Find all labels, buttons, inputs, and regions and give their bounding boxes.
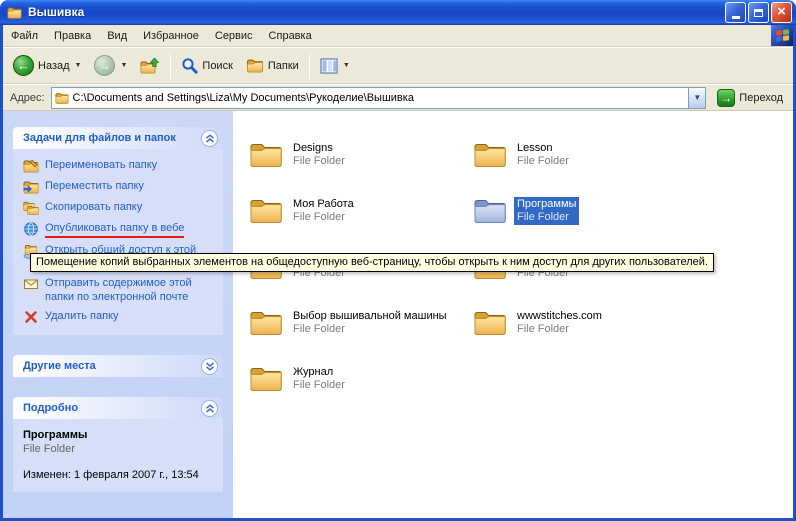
- folder-tile-designs[interactable]: DesignsFile Folder: [249, 129, 471, 181]
- details-header[interactable]: Подробно: [13, 397, 223, 419]
- up-folder-icon: [140, 57, 160, 75]
- back-icon: ←: [13, 55, 34, 76]
- close-icon: ×: [777, 4, 786, 19]
- task-move-folder[interactable]: Переместить папку: [23, 179, 217, 195]
- search-button[interactable]: Поиск: [175, 50, 238, 81]
- tasks-panel-header[interactable]: Задачи для файлов и папок: [13, 127, 223, 149]
- menu-spacer: [320, 25, 771, 46]
- copy-folder-icon: [23, 200, 39, 216]
- task-publish-folder-web[interactable]: Опубликовать папку в вебе: [23, 221, 217, 238]
- other-places-header[interactable]: Другие места: [13, 355, 223, 377]
- details-item-modified: Изменен: 1 февраля 2007 г., 13:54: [23, 468, 217, 482]
- folders-label: Папки: [268, 60, 299, 72]
- views-dropdown-icon: ▼: [343, 62, 350, 69]
- forward-dropdown-icon: ▼: [120, 62, 127, 69]
- folder-icon: [249, 197, 283, 225]
- expand-chevron-icon[interactable]: [201, 358, 218, 375]
- folder-icon: [473, 309, 507, 337]
- email-folder-icon: [23, 276, 39, 292]
- back-dropdown-icon: ▼: [75, 62, 82, 69]
- collapse-chevron-icon[interactable]: [201, 400, 218, 417]
- window-body: Задачи для файлов и папок Переименовать …: [3, 111, 793, 518]
- minimize-icon: [732, 16, 740, 19]
- publish-web-icon: [23, 221, 39, 237]
- folder-tile-vybor-mashiny[interactable]: Выбор вышивальной машиныFile Folder: [249, 297, 471, 349]
- toolbar-separator: [170, 53, 171, 79]
- close-button[interactable]: ×: [771, 2, 792, 23]
- rename-folder-icon: [23, 158, 39, 174]
- views-button[interactable]: ▼: [314, 50, 356, 81]
- explorer-window: Вышивка × Файл Правка Вид Избранное Серв…: [0, 0, 796, 521]
- back-label: Назад: [38, 60, 70, 72]
- folders-icon: [246, 57, 264, 74]
- tooltip: Помещение копий выбранных элементов на о…: [30, 253, 714, 272]
- folder-icon: [249, 365, 283, 393]
- task-copy-folder[interactable]: Скопировать папку: [23, 200, 217, 216]
- forward-button[interactable]: → ▼: [88, 50, 133, 81]
- menu-bar: Файл Правка Вид Избранное Сервис Справка: [3, 25, 793, 47]
- folder-tile-moya-rabota[interactable]: Моя РаботаFile Folder: [249, 185, 471, 237]
- folder-tile-zhurnal[interactable]: ЖурналFile Folder: [249, 353, 471, 405]
- tasks-panel: Задачи для файлов и папок Переименовать …: [13, 127, 223, 335]
- search-icon: [181, 57, 198, 74]
- details-item-name: Программы: [23, 428, 217, 442]
- address-input[interactable]: C:\Documents and Settings\Liza\My Docume…: [51, 87, 707, 109]
- maximize-button[interactable]: [748, 2, 769, 23]
- windows-flag-icon: [776, 29, 789, 41]
- go-button[interactable]: → Переход: [712, 86, 788, 110]
- folders-button[interactable]: Папки: [240, 50, 305, 81]
- menu-favorites[interactable]: Избранное: [135, 25, 207, 46]
- menu-edit[interactable]: Правка: [46, 25, 99, 46]
- task-delete-folder[interactable]: Удалить папку: [23, 309, 217, 325]
- up-button[interactable]: [134, 50, 166, 81]
- address-folder-icon: [55, 91, 69, 105]
- windows-logo: [771, 25, 793, 46]
- move-folder-icon: [23, 179, 39, 195]
- search-label: Поиск: [202, 60, 232, 72]
- details-item-type: File Folder: [23, 442, 217, 456]
- other-places-title: Другие места: [23, 360, 96, 372]
- views-icon: [320, 58, 338, 74]
- title-bar[interactable]: Вышивка ×: [0, 0, 796, 25]
- collapse-chevron-icon[interactable]: [201, 130, 218, 147]
- task-rename-folder[interactable]: Переименовать папку: [23, 158, 217, 174]
- tasks-panel-title: Задачи для файлов и папок: [23, 132, 176, 144]
- details-panel: Подробно Программы File Folder Изменен: …: [13, 397, 223, 492]
- minimize-button[interactable]: [725, 2, 746, 23]
- folder-icon: [249, 141, 283, 169]
- forward-icon: →: [94, 55, 115, 76]
- folder-icon: [473, 141, 507, 169]
- menu-view[interactable]: Вид: [99, 25, 135, 46]
- other-places-panel: Другие места: [13, 355, 223, 377]
- address-label: Адрес:: [10, 92, 45, 104]
- details-body: Программы File Folder Изменен: 1 февраля…: [13, 419, 223, 492]
- window-title: Вышивка: [28, 5, 720, 20]
- toolbar-separator: [309, 53, 310, 79]
- go-label: Переход: [739, 92, 783, 104]
- address-path: C:\Documents and Settings\Liza\My Docume…: [73, 92, 685, 104]
- back-button[interactable]: ← Назад ▼: [7, 50, 87, 81]
- menu-help[interactable]: Справка: [261, 25, 320, 46]
- menu-file[interactable]: Файл: [3, 25, 46, 46]
- address-dropdown-button[interactable]: ▼: [688, 88, 705, 108]
- folder-tile-lesson[interactable]: LessonFile Folder: [473, 129, 695, 181]
- folder-tile-wwwstitches[interactable]: wwwstitches.comFile Folder: [473, 297, 695, 349]
- folder-tile-programmy-selected[interactable]: ПрограммыFile Folder: [473, 185, 695, 237]
- address-bar: Адрес: C:\Documents and Settings\Liza\My…: [3, 84, 793, 111]
- menu-tools[interactable]: Сервис: [207, 25, 261, 46]
- window-controls: ×: [725, 2, 792, 23]
- go-arrow-icon: →: [717, 89, 735, 107]
- details-title: Подробно: [23, 402, 78, 414]
- folder-icon: [249, 309, 283, 337]
- maximize-icon: [754, 9, 763, 17]
- folder-icon: [6, 5, 23, 20]
- task-pane: Задачи для файлов и папок Переименовать …: [3, 111, 233, 518]
- folder-content-area: DesignsFile Folder LessonFile Folder Моя…: [233, 111, 793, 518]
- folder-icon-selected: [473, 197, 507, 225]
- task-email-folder[interactable]: Отправить содержимое этой папки по элект…: [23, 276, 217, 304]
- window-frame: Файл Правка Вид Избранное Сервис Справка…: [0, 25, 796, 521]
- delete-folder-icon: [23, 309, 39, 325]
- tasks-panel-body: Переименовать папку Переместить папку: [13, 149, 223, 335]
- toolbar: ← Назад ▼ → ▼ Поиск: [3, 47, 793, 84]
